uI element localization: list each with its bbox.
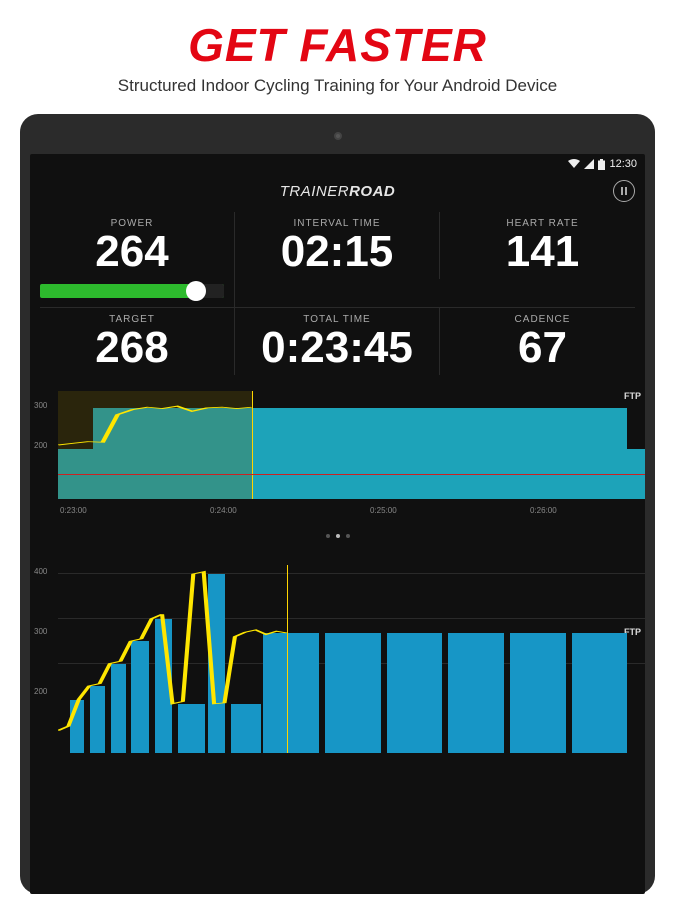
metric-value: 264 xyxy=(30,229,234,275)
interval-chart[interactable]: 300 200 FTP 0:23:00 0:24:00 0:25:00 0:26… xyxy=(30,379,645,519)
metric-heart-rate: HEART RATE 141 xyxy=(440,212,645,279)
metric-value: 268 xyxy=(30,325,234,371)
ytick: 200 xyxy=(34,687,47,696)
xtick: 0:25:00 xyxy=(370,506,397,515)
xtick: 0:23:00 xyxy=(60,506,87,515)
xtick: 0:26:00 xyxy=(530,506,557,515)
metric-target: TARGET 268 xyxy=(30,308,235,375)
target-slider-row xyxy=(30,279,235,307)
ytick: 200 xyxy=(34,441,47,450)
ytick: 300 xyxy=(34,627,47,636)
metric-value: 67 xyxy=(440,325,645,371)
pause-button[interactable] xyxy=(613,180,635,202)
metric-power: POWER 264 xyxy=(30,212,235,279)
android-status-bar: 12:30 xyxy=(30,154,645,174)
metric-interval-time: INTERVAL TIME 02:15 xyxy=(235,212,440,279)
xtick: 0:24:00 xyxy=(210,506,237,515)
signal-icon xyxy=(584,159,594,169)
status-time: 12:30 xyxy=(609,158,637,170)
hero-subtitle: Structured Indoor Cycling Training for Y… xyxy=(0,76,675,96)
metric-total-time: TOTAL TIME 0:23:45 xyxy=(235,308,440,375)
slider-thumb[interactable] xyxy=(186,281,206,301)
wifi-icon xyxy=(568,159,580,169)
metrics-grid: POWER 264 INTERVAL TIME 02:15 HEART RATE… xyxy=(30,208,645,375)
tablet-camera xyxy=(334,132,342,140)
app-logo: TRAINERROAD xyxy=(280,183,396,200)
metric-value: 0:23:45 xyxy=(235,325,439,371)
metric-value: 02:15 xyxy=(235,229,439,275)
hero-title: GET FASTER xyxy=(0,18,675,72)
metric-cadence: CADENCE 67 xyxy=(440,308,645,375)
pause-icon xyxy=(621,187,627,195)
app-screen: 12:30 TRAINERROAD POWER 264 INTERVAL TIM… xyxy=(30,154,645,894)
metric-value: 141 xyxy=(440,229,645,275)
target-slider[interactable] xyxy=(40,283,224,299)
ytick: 400 xyxy=(34,567,47,576)
battery-icon xyxy=(598,159,605,170)
ytick: 300 xyxy=(34,401,47,410)
tablet-frame: 12:30 TRAINERROAD POWER 264 INTERVAL TIM… xyxy=(20,114,655,894)
workout-overview-chart[interactable]: 400 300 200 FTP xyxy=(30,553,645,753)
page-indicator[interactable] xyxy=(30,519,645,549)
app-header: TRAINERROAD xyxy=(30,174,645,208)
